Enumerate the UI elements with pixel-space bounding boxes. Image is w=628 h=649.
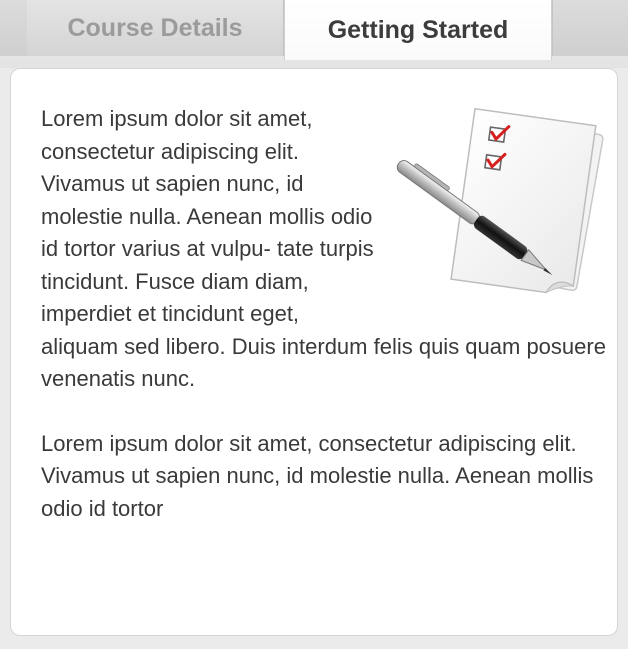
tabbed-widget: Course Details Getting Started Lorem ips… [0,0,628,649]
tab-course-details[interactable]: Course Details [27,0,284,56]
tab-strip-right-edge [552,0,628,56]
checklist-with-pen-icon [387,103,607,317]
tab-strip: Course Details Getting Started [0,0,628,68]
content-paragraph-2: Lorem ipsum dolor sit amet, consectetur … [41,430,594,521]
getting-started-content: Lorem ipsum dolor sit amet, consectetur … [41,103,607,557]
tab-strip-left-edge [0,0,28,56]
tab-getting-started[interactable]: Getting Started [284,0,552,60]
tab-content-panel: Lorem ipsum dolor sit amet, consectetur … [10,68,618,636]
